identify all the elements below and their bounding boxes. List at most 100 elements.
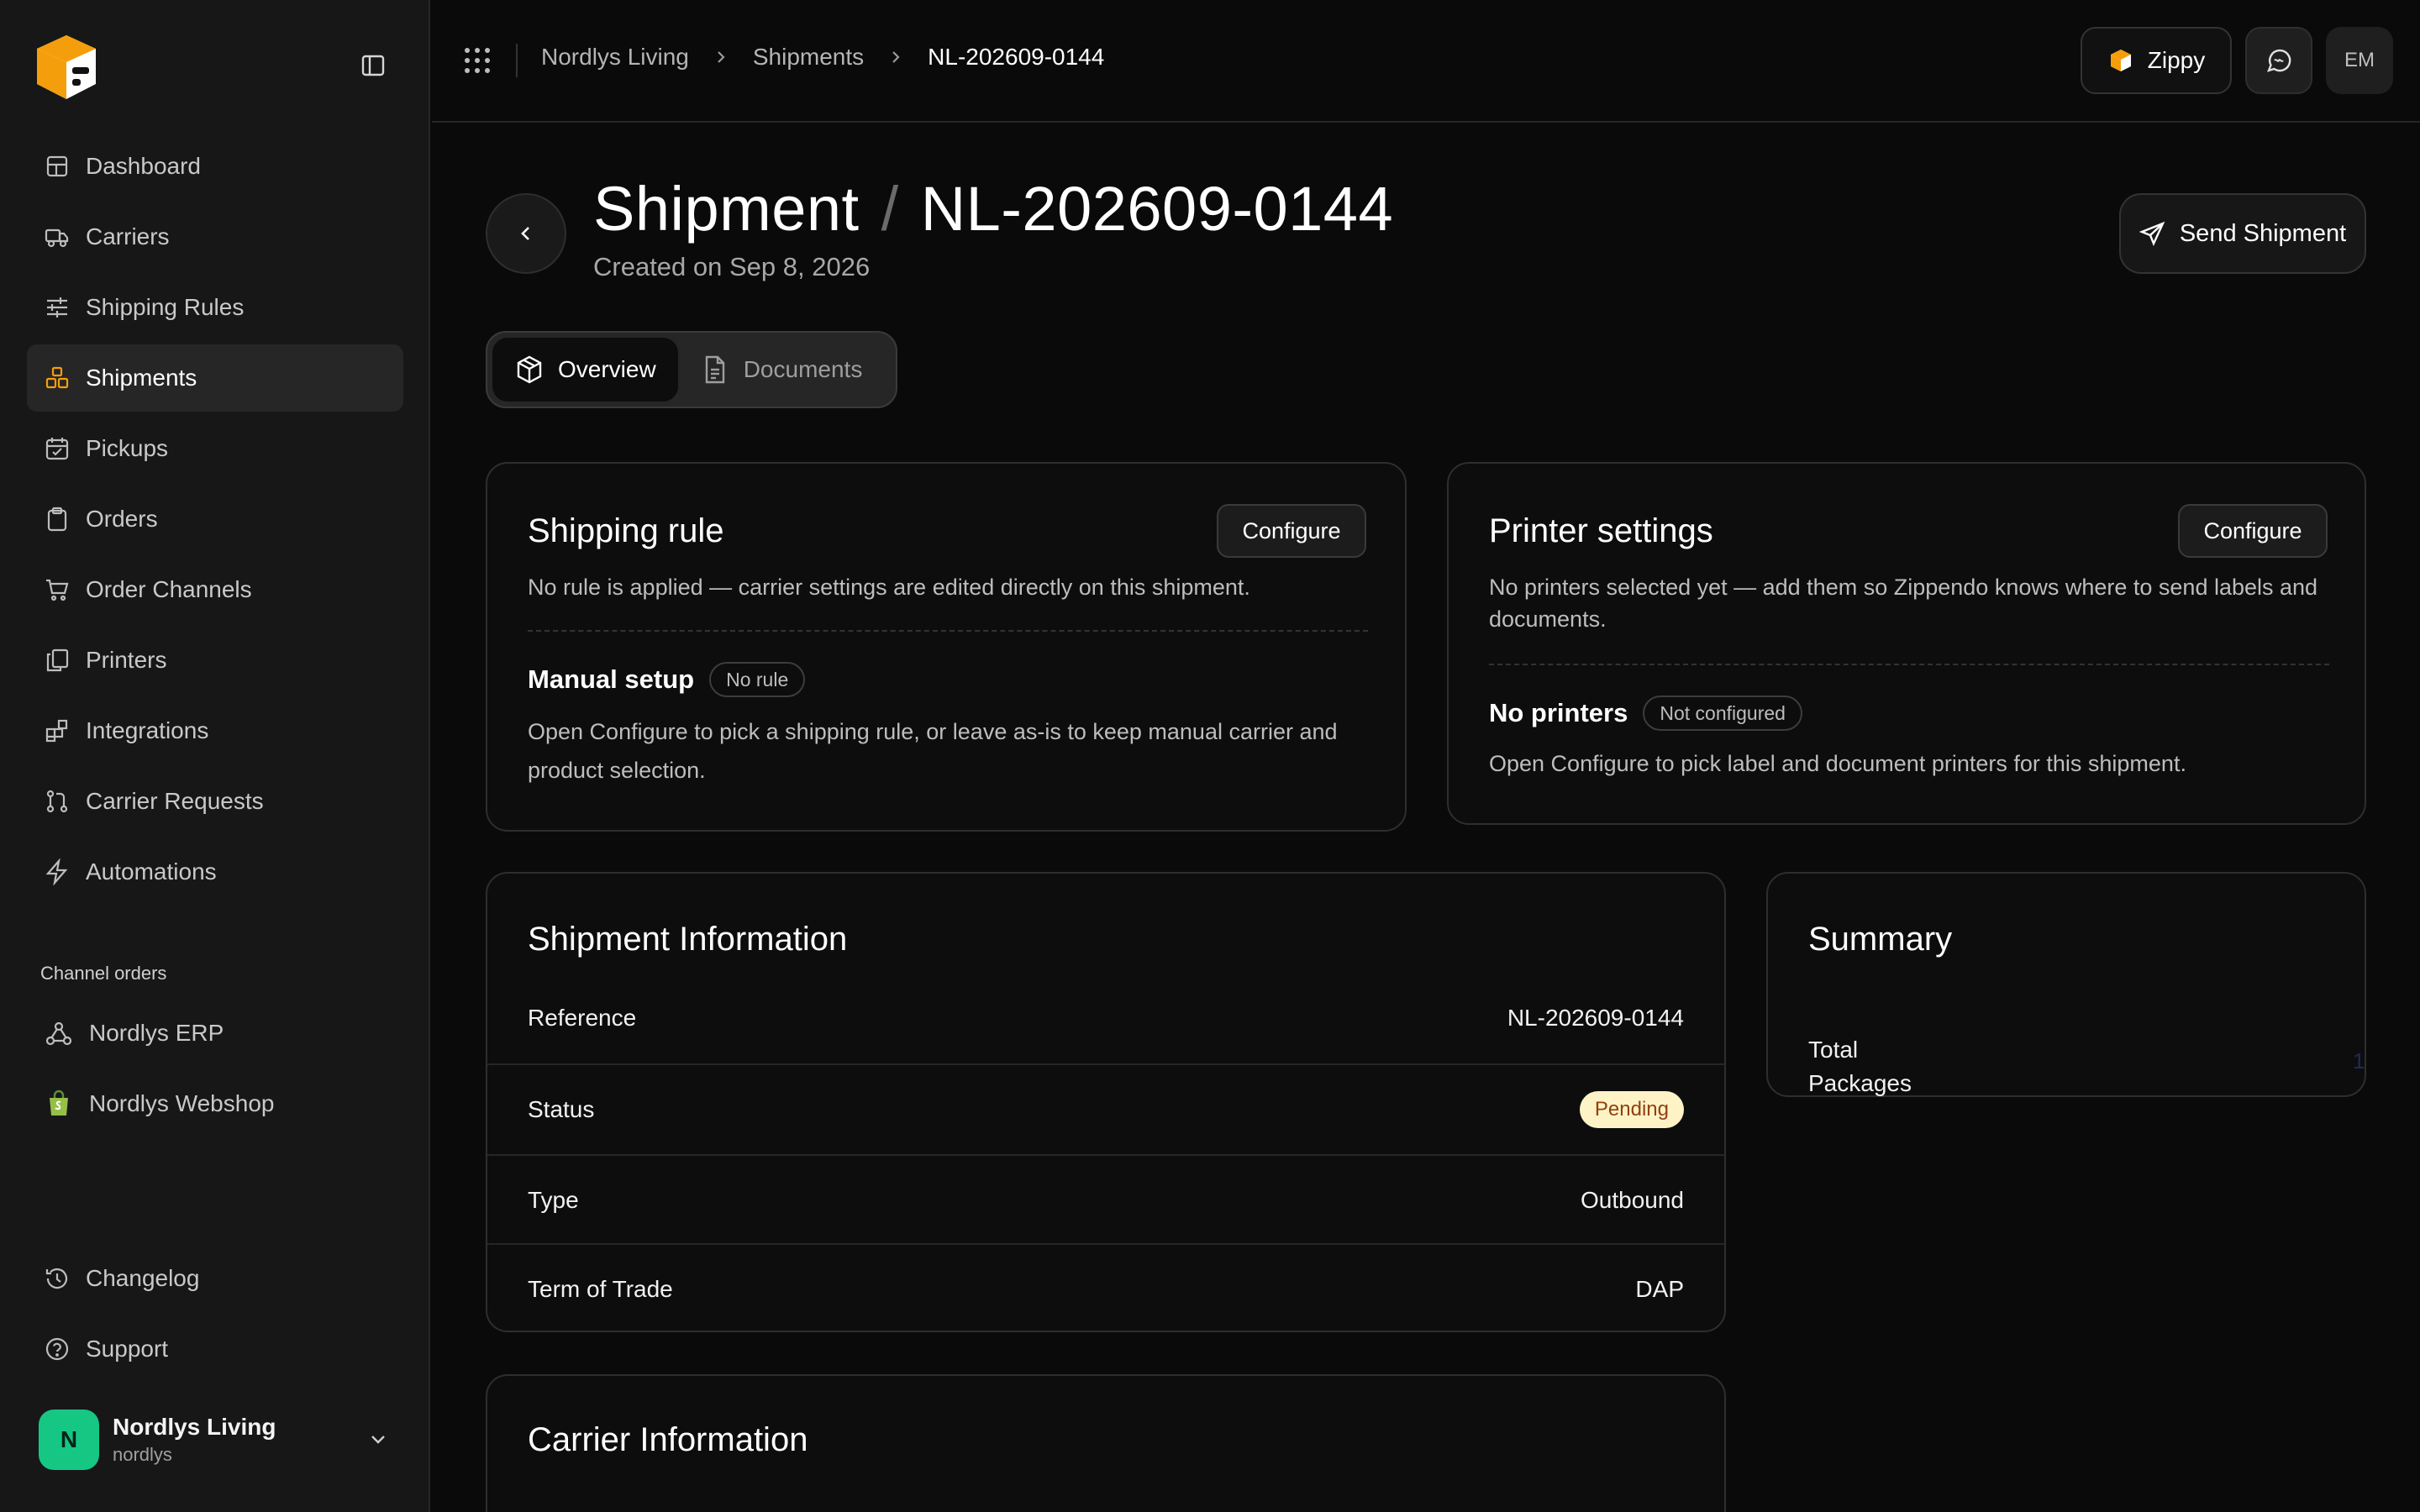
card-hint: Open Configure to pick a shipping rule, … (528, 719, 1338, 783)
sidebar-item-changelog[interactable]: Changelog (27, 1245, 403, 1312)
table-row: Reference NL-202609-0144 (487, 973, 1724, 1063)
row-value: NL-202609-0144 (1507, 1005, 1684, 1031)
divider (528, 630, 1368, 632)
title-separator: / (881, 174, 899, 244)
account-handle: nordlys (113, 1444, 172, 1465)
cart-icon (44, 576, 71, 603)
rule-mode-label: Manual setup (528, 664, 695, 694)
sidebar-item-support[interactable]: Support (27, 1315, 403, 1383)
card-title: Summary (1808, 921, 1953, 958)
sidebar-item-dashboard[interactable]: Dashboard (27, 133, 403, 200)
sidebar-item-label: Orders (86, 506, 158, 532)
channel-list: Nordlys ERP Nordlys Webshop (27, 1000, 403, 1141)
card-description: No printers selected yet — add them so Z… (1489, 575, 2318, 632)
divider (516, 44, 518, 77)
configure-shipping-rule-button[interactable]: Configure (1217, 504, 1366, 558)
sidebar-item-label: Carrier Requests (86, 788, 264, 814)
created-date: Created on Sep 8, 2026 (593, 252, 871, 281)
channel-item-nordlys-erp[interactable]: Nordlys ERP (27, 1000, 403, 1067)
sidebar-item-carrier-requests[interactable]: Carrier Requests (27, 768, 403, 835)
top-bar: Nordlys Living Shipments NL-202609-0144 … (432, 0, 2420, 123)
sidebar-item-orders[interactable]: Orders (27, 486, 403, 553)
tab-label: Documents (743, 356, 863, 382)
git-pull-request-icon (44, 788, 71, 815)
card-description: No rule is applied — carrier settings ar… (528, 575, 1250, 600)
message-circle-icon (2264, 45, 2294, 76)
file-text-icon (700, 354, 730, 385)
sidebar-item-label: Changelog (86, 1265, 200, 1291)
card-title: Shipment Information (528, 921, 848, 958)
page-title: Shipment / NL-202609-0144 (593, 173, 1393, 244)
rule-status-heading: Manual setup No rule (528, 662, 806, 697)
title-prefix: Shipment (593, 174, 860, 244)
divider (1489, 664, 2329, 665)
printer-status-heading: No printers Not configured (1489, 696, 1802, 731)
card-title: Shipping rule (528, 512, 724, 549)
total-packages-label: Total Packages (1808, 1037, 1912, 1096)
boxes-icon (44, 365, 71, 391)
account-name: Nordlys Living (113, 1414, 276, 1440)
sidebar-item-shipping-rules[interactable]: Shipping Rules (27, 274, 403, 341)
zippy-assistant-button[interactable]: Zippy (2081, 27, 2232, 94)
shipping-rule-card: Shipping rule Configure No rule is appli… (486, 462, 1407, 832)
total-packages-value: 1 (2353, 1048, 2365, 1074)
sidebar-item-label: Shipments (86, 365, 197, 391)
channel-label: Nordlys ERP (89, 1020, 224, 1046)
send-shipment-button[interactable]: Send Shipment (2119, 193, 2366, 274)
status-badge: Not configured (1643, 696, 1802, 731)
sidebar-item-label: Carriers (86, 223, 170, 249)
channel-item-nordlys-webshop[interactable]: Nordlys Webshop (27, 1070, 403, 1137)
zippendo-logo-icon[interactable] (29, 29, 104, 104)
back-button[interactable] (486, 193, 566, 274)
breadcrumb-item-shipments[interactable]: Shipments (753, 44, 864, 71)
table-row: Term of Trade DAP (487, 1243, 1724, 1334)
feedback-button[interactable] (2245, 27, 2312, 94)
sidebar-item-label: Pickups (86, 435, 169, 461)
shopify-bag-icon (44, 1089, 74, 1119)
table-row: Type Outbound (487, 1154, 1724, 1245)
row-value: DAP (1635, 1276, 1684, 1302)
sidebar-item-automations[interactable]: Automations (27, 838, 403, 906)
sidebar-item-integrations[interactable]: Integrations (27, 697, 403, 764)
clipboard-icon (44, 506, 71, 533)
tab-overview[interactable]: Overview (492, 338, 678, 402)
sidebar-item-printers[interactable]: Printers (27, 627, 403, 694)
tab-label: Overview (558, 356, 656, 382)
user-menu-button[interactable]: EM (2326, 27, 2393, 94)
sidebar: Dashboard Carriers Shipping Rules Shipme… (0, 0, 430, 1512)
chevron-right-icon (886, 47, 906, 67)
apps-grid-icon[interactable] (462, 45, 492, 76)
send-shipment-label: Send Shipment (2179, 219, 2347, 247)
avatar: N (39, 1410, 99, 1470)
sidebar-item-order-channels[interactable]: Order Channels (27, 556, 403, 623)
sidebar-item-carriers[interactable]: Carriers (27, 203, 403, 270)
card-hint: Open Configure to pick label and documen… (1489, 751, 2186, 776)
sidebar-item-label: Printers (86, 647, 167, 673)
sidebar-item-label: Dashboard (86, 153, 201, 179)
send-icon (2139, 220, 2166, 247)
chevron-down-icon (365, 1426, 392, 1453)
chevron-right-icon (711, 47, 731, 67)
sidebar-item-label: Shipping Rules (86, 294, 245, 320)
breadcrumb: Nordlys Living Shipments NL-202609-0144 (541, 44, 1104, 71)
tab-documents[interactable]: Documents (678, 338, 885, 402)
sidebar-item-label: Integrations (86, 717, 209, 743)
sidebar-item-shipments[interactable]: Shipments (27, 344, 403, 412)
account-switcher[interactable]: N Nordlys Living nordlys (39, 1408, 392, 1472)
configure-printers-button[interactable]: Configure (2178, 504, 2328, 558)
sidebar-item-label: Order Channels (86, 576, 252, 602)
shipment-information-card: Shipment Information Reference NL-202609… (486, 872, 1726, 1332)
summary-card: Summary Total Packages 1 (1766, 872, 2366, 1097)
bottom-nav: Changelog Support (27, 1245, 403, 1386)
table-row: Status Pending (487, 1063, 1724, 1154)
channel-label: Nordlys Webshop (89, 1090, 275, 1116)
zippy-logo-icon (2107, 47, 2134, 74)
breadcrumb-item-organization[interactable]: Nordlys Living (541, 44, 689, 71)
blocks-icon (44, 717, 71, 744)
sidebar-toggle-icon[interactable] (360, 52, 387, 79)
sidebar-item-label: Automations (86, 858, 217, 885)
carrier-information-card: Carrier Information (486, 1374, 1726, 1512)
webhook-icon (44, 1018, 74, 1048)
copy-icon (44, 647, 71, 674)
sidebar-item-pickups[interactable]: Pickups (27, 415, 403, 482)
